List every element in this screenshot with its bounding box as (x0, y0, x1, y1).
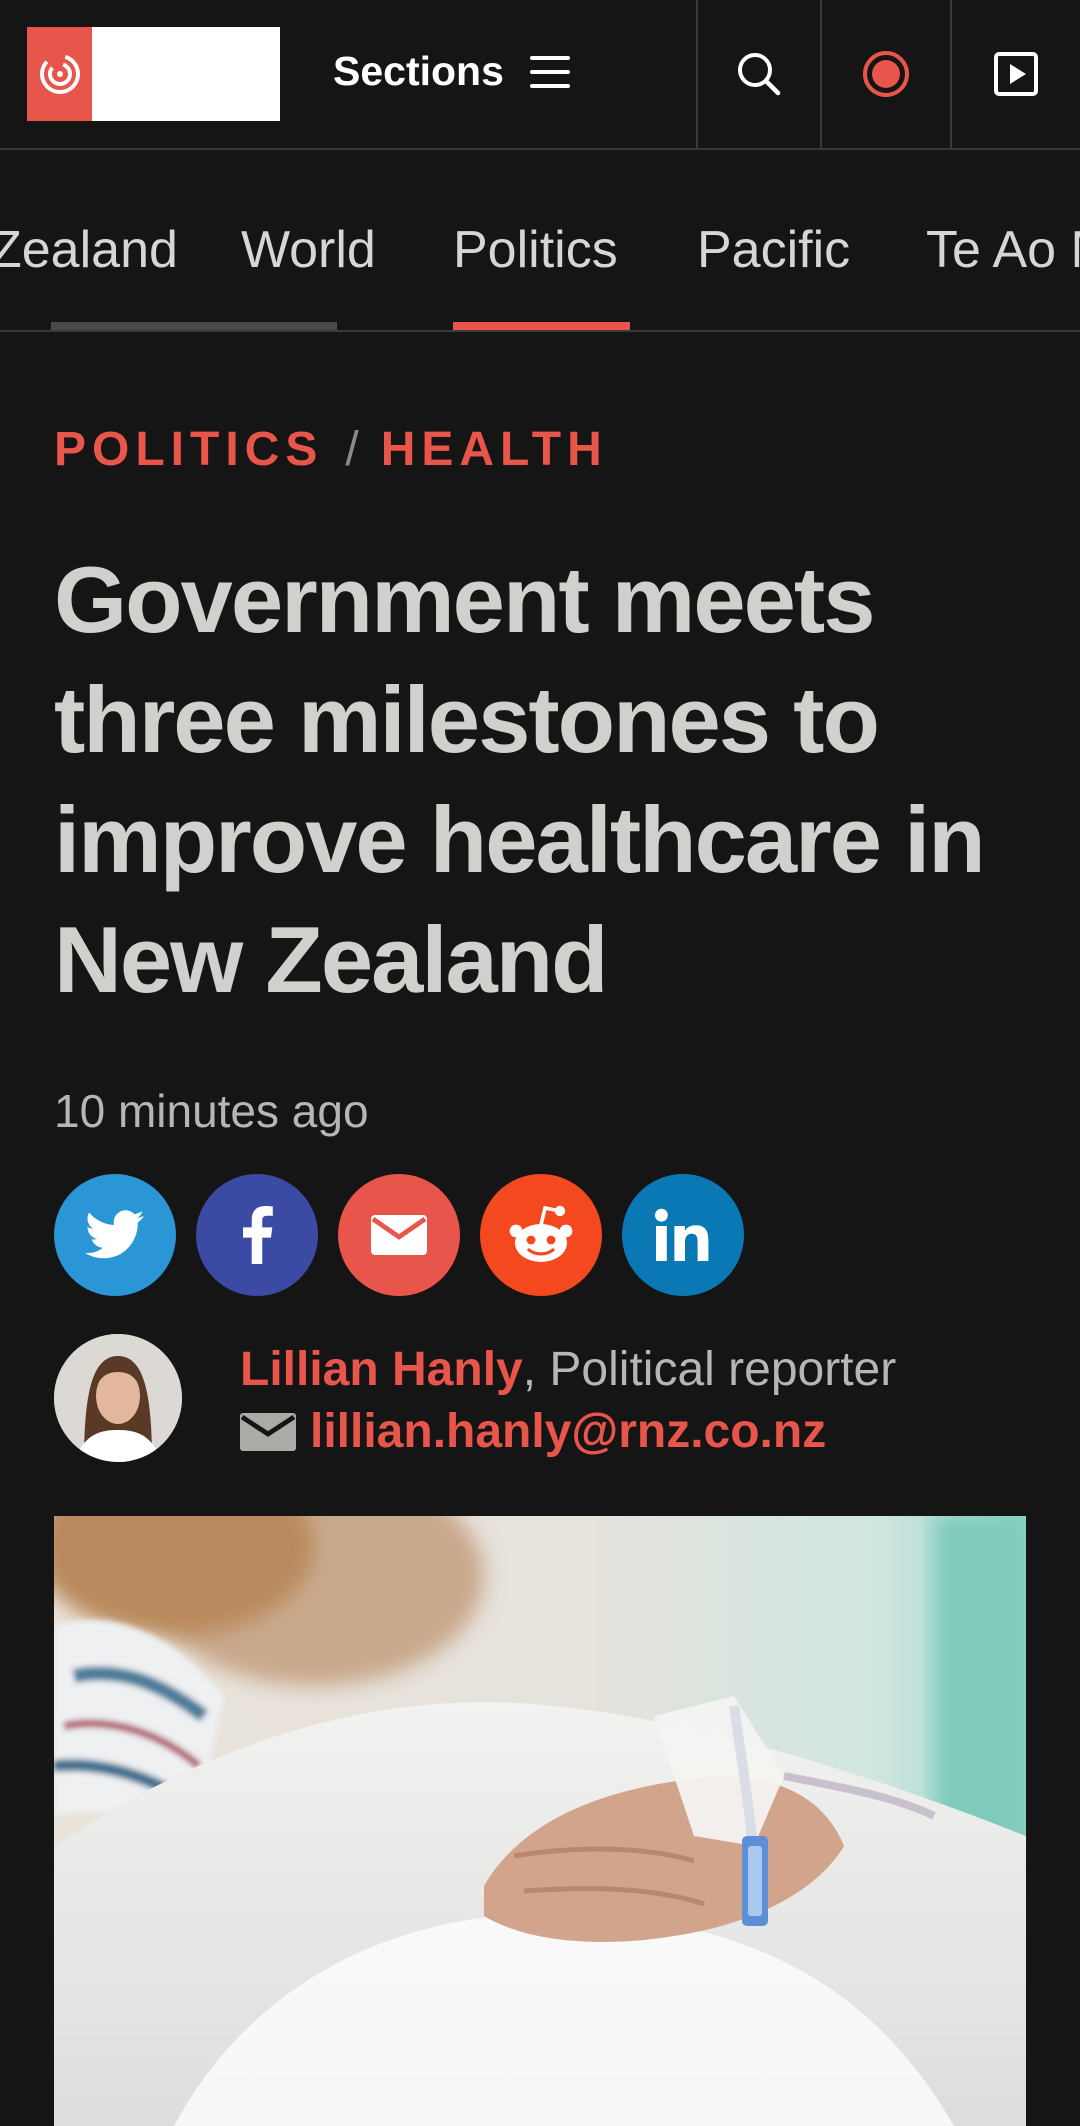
top-bar: Sections (0, 0, 1080, 150)
tab-pacific[interactable]: Pacific (697, 220, 850, 280)
share-twitter-button[interactable] (54, 1174, 176, 1296)
breadcrumb-separator: / (345, 423, 359, 476)
share-email-button[interactable] (338, 1174, 460, 1296)
article-headline: Government meets three milestones to imp… (54, 547, 986, 1012)
sections-menu-button[interactable]: Sections (333, 48, 570, 95)
rnz-logo-icon (27, 27, 92, 121)
live-record-icon (863, 51, 909, 97)
share-bar (54, 1174, 744, 1296)
author-line: Lillian Hanly, Political reporter (240, 1342, 896, 1397)
scroll-indicator (51, 322, 337, 330)
author-name-link[interactable]: Lillian Hanly (240, 1343, 523, 1396)
search-button[interactable] (698, 0, 820, 148)
share-linkedin-button[interactable] (622, 1174, 744, 1296)
category-politics-link[interactable]: POLITICS (54, 423, 323, 476)
reddit-icon (509, 1205, 573, 1262)
tab-te-ao-maori[interactable]: Te Ao M (926, 220, 1080, 280)
mail-icon (240, 1412, 296, 1451)
hero-image (54, 1516, 1026, 2126)
tab-politics[interactable]: Politics (453, 220, 618, 280)
search-icon (738, 53, 781, 96)
breadcrumb: POLITICS / HEALTH (54, 422, 608, 477)
author-role: , Political reporter (522, 1343, 897, 1396)
author-email-line: lillian.hanly@rnz.co.nz (240, 1404, 826, 1459)
share-reddit-button[interactable] (480, 1174, 602, 1296)
section-nav: Zealand World Politics Pacific Te Ao M (0, 152, 1080, 332)
site-logo[interactable] (27, 27, 280, 121)
tab-world[interactable]: World (241, 220, 376, 280)
active-tab-indicator (453, 322, 630, 330)
play-button[interactable] (952, 0, 1080, 148)
facebook-icon (243, 1206, 273, 1264)
mail-icon (371, 1215, 427, 1255)
linkedin-icon (655, 1208, 709, 1261)
share-facebook-button[interactable] (196, 1174, 318, 1296)
author-email-link[interactable]: lillian.hanly@rnz.co.nz (310, 1404, 826, 1459)
twitter-icon (85, 1210, 144, 1259)
article-timestamp: 10 minutes ago (54, 1085, 369, 1137)
play-icon (994, 52, 1038, 96)
live-radio-button[interactable] (822, 0, 950, 148)
sections-label: Sections (333, 48, 504, 94)
category-health-link[interactable]: HEALTH (381, 423, 608, 476)
author-avatar (54, 1334, 182, 1462)
byline: Lillian Hanly, Political reporter lillia… (54, 1334, 1034, 1464)
tab-new-zealand[interactable]: Zealand (0, 220, 178, 280)
hamburger-icon (529, 55, 570, 88)
